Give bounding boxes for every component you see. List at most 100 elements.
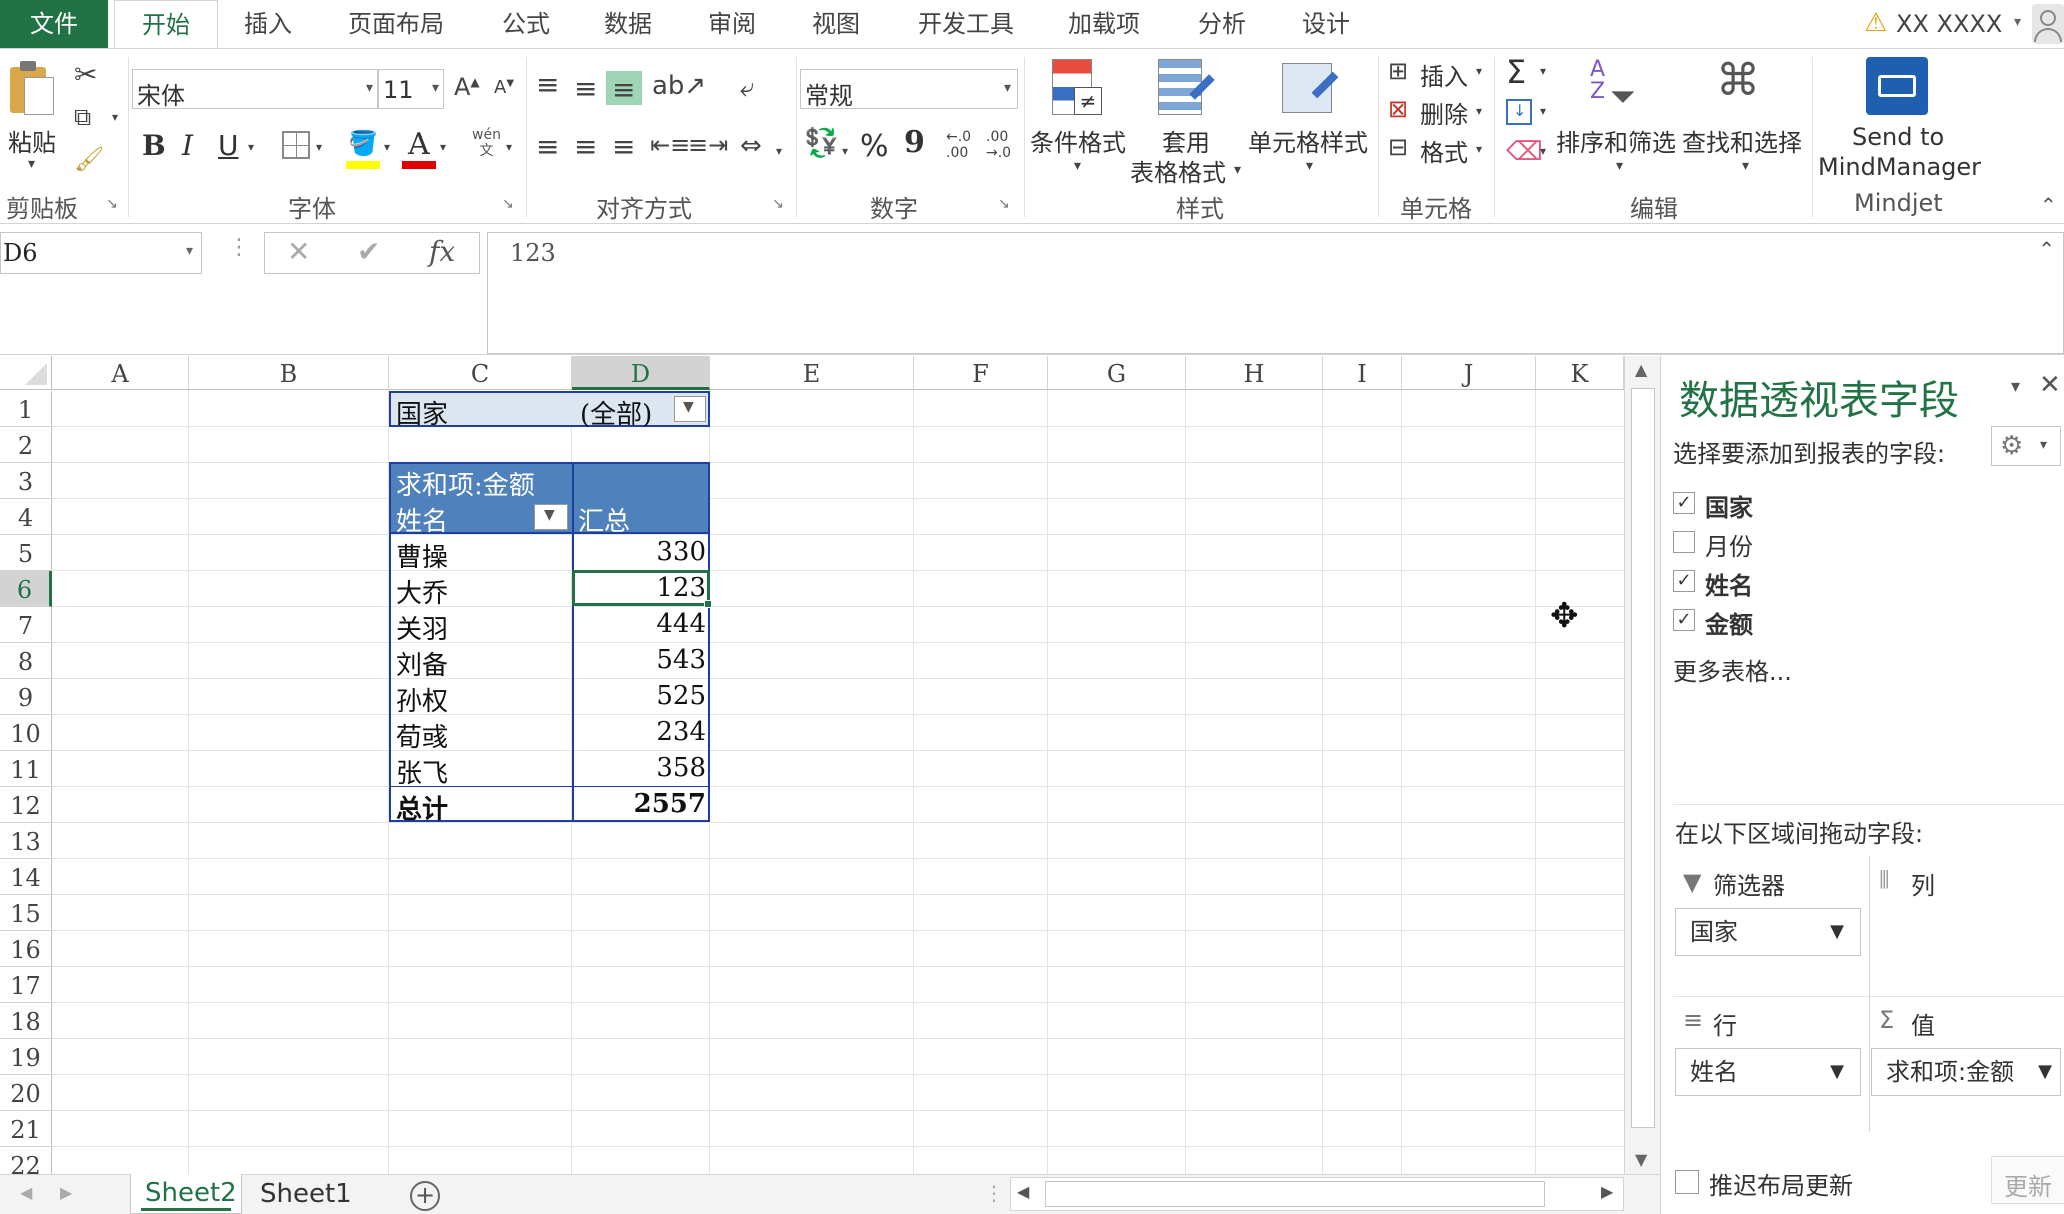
- update-button[interactable]: 更新: [1991, 1156, 2064, 1204]
- row-header-14[interactable]: 14: [0, 859, 52, 895]
- add-sheet-button[interactable]: +: [410, 1181, 440, 1211]
- format-cells-icon[interactable]: ⊟: [1388, 135, 1408, 159]
- borders-chevron-down-icon[interactable]: ▾: [316, 141, 322, 153]
- number-launcher-icon[interactable]: ↘: [998, 197, 1010, 211]
- user-name[interactable]: XX XXXX: [1896, 10, 2002, 38]
- collapse-formula-icon[interactable]: ⌃: [2038, 237, 2055, 261]
- checkbox-checked-icon[interactable]: ✓: [1673, 570, 1695, 592]
- column-header-A[interactable]: A: [52, 356, 189, 390]
- underline-chevron-down-icon[interactable]: ▾: [248, 141, 254, 153]
- align-left-icon[interactable]: ≡: [536, 133, 559, 161]
- row-header-20[interactable]: 20: [0, 1075, 52, 1111]
- find-chevron-down-icon[interactable]: ▾: [1742, 159, 1749, 173]
- column-header-C[interactable]: C: [389, 356, 572, 390]
- font-color-chevron-down-icon[interactable]: ▾: [440, 141, 446, 153]
- tab-file[interactable]: 文件: [0, 0, 108, 49]
- pivot-row-name[interactable]: 荀彧: [396, 717, 448, 754]
- field-item[interactable]: 月份: [1673, 527, 1973, 561]
- phonetic-chevron-down-icon[interactable]: ▾: [506, 141, 512, 153]
- sort-chevron-down-icon[interactable]: ▾: [1616, 159, 1623, 173]
- cell-styles-button[interactable]: 单元格样式: [1248, 123, 1368, 158]
- column-header-E[interactable]: E: [710, 356, 914, 390]
- cell-styles-icon[interactable]: [1282, 59, 1342, 121]
- row-header-22[interactable]: 22: [0, 1147, 52, 1174]
- phonetic-icon[interactable]: wén 文: [472, 127, 501, 159]
- delete-cells-icon[interactable]: ⊠: [1388, 97, 1408, 121]
- increase-decimal-button[interactable]: ←.0 .00: [946, 129, 971, 161]
- decrease-decimal-button[interactable]: .00 →.0: [986, 129, 1011, 161]
- scroll-tabs-left-icon[interactable]: ◀: [20, 1183, 32, 1202]
- format-as-table-icon[interactable]: [1158, 59, 1218, 121]
- row-header-8[interactable]: 8: [0, 643, 52, 679]
- checkbox-checked-icon[interactable]: ✓: [1673, 492, 1695, 514]
- tab-formulas[interactable]: 公式: [486, 0, 566, 49]
- pane-options-chevron-down-icon[interactable]: ▾: [2011, 376, 2020, 397]
- paste-button[interactable]: [8, 59, 58, 131]
- field-item[interactable]: ✓ 姓名: [1673, 566, 1973, 600]
- alignment-launcher-icon[interactable]: ↘: [772, 197, 784, 211]
- row-header-6[interactable]: 6: [0, 571, 52, 607]
- active-cell-D6[interactable]: [572, 570, 710, 606]
- sort-filter-button[interactable]: 排序和筛选: [1556, 123, 1676, 158]
- cut-icon[interactable]: ✂: [74, 61, 97, 89]
- field-item[interactable]: ✓ 国家: [1673, 488, 1973, 522]
- row-header-12[interactable]: 12: [0, 787, 52, 823]
- fill-down-icon[interactable]: ↓: [1506, 99, 1532, 125]
- merge-chevron-down-icon[interactable]: ▾: [776, 145, 782, 157]
- tab-developer[interactable]: 开发工具: [906, 0, 1026, 49]
- cell-styles-chevron-down-icon[interactable]: ▾: [1306, 159, 1313, 173]
- row-header-1[interactable]: 1: [0, 391, 52, 427]
- worksheet-grid[interactable]: ABCDEFGHIJK 1 2 3 4 5 6 7 8 9 10 11 12 13 14 15 16 17 18 1…: [0, 356, 1624, 1174]
- sheet-tab-sheet1[interactable]: Sheet1: [248, 1175, 360, 1214]
- column-header-J[interactable]: J: [1402, 356, 1536, 390]
- close-icon[interactable]: ✕: [2039, 370, 2061, 400]
- pivot-row-value[interactable]: 358: [576, 753, 706, 783]
- splitter-handle[interactable]: ⋮: [984, 1181, 1004, 1205]
- orientation-icon[interactable]: ab↗: [652, 73, 706, 99]
- scroll-up-icon[interactable]: ▲: [1635, 360, 1647, 379]
- accounting-chevron-down-icon[interactable]: ▾: [842, 145, 848, 157]
- name-box[interactable]: D6 ▾: [0, 232, 202, 274]
- pivot-row-name[interactable]: 曹操: [396, 537, 448, 574]
- pivot-row-value[interactable]: 444: [576, 609, 706, 639]
- underline-button[interactable]: U: [218, 129, 239, 162]
- fill-chevron-down-icon[interactable]: ▾: [1540, 105, 1546, 117]
- font-size-select[interactable]: 11 ▾: [378, 69, 444, 109]
- field-list-settings-button[interactable]: ⚙ ▾: [1991, 426, 2061, 466]
- row-header-3[interactable]: 3: [0, 463, 52, 499]
- clipboard-launcher-icon[interactable]: ↘: [106, 197, 118, 211]
- pivot-row-value[interactable]: 525: [576, 681, 706, 711]
- tab-analyze[interactable]: 分析: [1182, 0, 1262, 49]
- row-header-7[interactable]: 7: [0, 607, 52, 643]
- horizontal-scrollbar[interactable]: ◀ ▶: [1010, 1177, 1624, 1211]
- tab-addins[interactable]: 加载项: [1056, 0, 1152, 49]
- column-header-F[interactable]: F: [914, 356, 1048, 390]
- format-painter-icon[interactable]: 🖌: [74, 147, 104, 171]
- pivot-row-value[interactable]: 234: [576, 717, 706, 747]
- fill-chevron-down-icon[interactable]: ▾: [384, 141, 390, 153]
- send-to-mindmanager-button[interactable]: MindManager: [1818, 153, 1981, 181]
- checkbox-icon[interactable]: [1673, 531, 1695, 553]
- row-header-9[interactable]: 9: [0, 679, 52, 715]
- column-header-G[interactable]: G: [1048, 356, 1186, 390]
- accounting-format-icon[interactable]: 💱: [804, 129, 839, 157]
- tab-home[interactable]: 开始: [114, 0, 218, 50]
- insert-cells-button[interactable]: 插入: [1420, 57, 1468, 92]
- scroll-right-icon[interactable]: ▶: [1601, 1182, 1613, 1201]
- cancel-icon[interactable]: ✕: [287, 235, 310, 268]
- row-header-5[interactable]: 5: [0, 535, 52, 571]
- conditional-format-icon[interactable]: ≠: [1052, 59, 1104, 121]
- tab-insert[interactable]: 插入: [228, 0, 308, 49]
- row-header-4[interactable]: 4: [0, 499, 52, 535]
- clear-icon[interactable]: ⌫: [1506, 139, 1543, 165]
- paste-chevron-down-icon[interactable]: ▾: [28, 157, 35, 171]
- scroll-down-icon[interactable]: ▼: [1635, 1150, 1647, 1169]
- clear-chevron-down-icon[interactable]: ▾: [1540, 145, 1546, 157]
- font-color-icon[interactable]: A: [402, 127, 436, 169]
- enter-icon[interactable]: ✔: [357, 235, 380, 268]
- scroll-left-icon[interactable]: ◀: [1017, 1182, 1029, 1201]
- more-tables-link[interactable]: 更多表格...: [1673, 652, 1792, 687]
- insert-chevron-down-icon[interactable]: ▾: [1476, 65, 1482, 77]
- row-header-19[interactable]: 19: [0, 1039, 52, 1075]
- pivot-row-value[interactable]: 543: [576, 645, 706, 675]
